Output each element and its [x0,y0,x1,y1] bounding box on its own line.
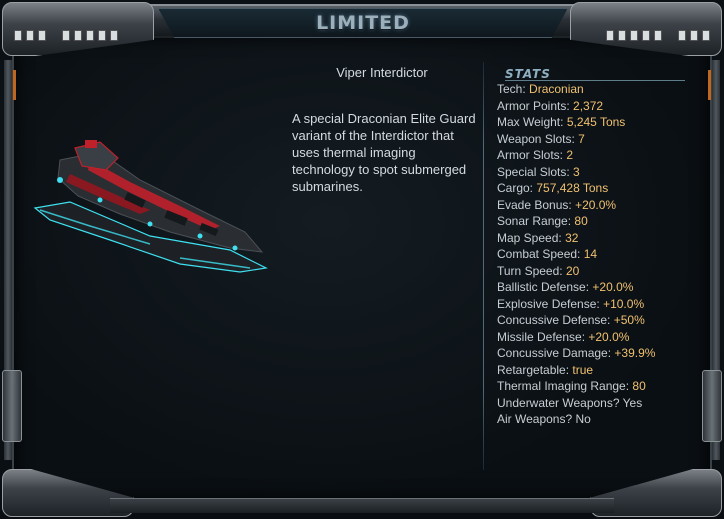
window-title: LIMITED [316,12,410,34]
stat-label: Concussive Damage: [497,346,612,360]
stat-value: 80 [574,214,588,228]
bolt-row [606,30,662,41]
stat-label: Missile Defense: [497,329,586,344]
stat-row: Cargo: 757,428 Tons [497,180,712,197]
stat-value: 80 [632,379,646,393]
stat-row: Explosive Defense: +10.0% [497,296,712,313]
stats-title: STATS [505,67,551,81]
stat-row: Armor Slots: 2 [497,147,712,164]
stat-value: +39.9% [614,346,656,360]
stat-value: +20.0% [592,280,634,294]
bottom-bar [110,498,614,513]
stat-label: Armor Points: [497,98,570,113]
column-divider [483,62,484,470]
stat-value: No [575,412,591,426]
stat-row: Tech: Draconian [497,81,712,98]
stat-row: Sonar Range: 80 [497,213,712,230]
stat-row: Evade Bonus: +20.0% [497,197,712,214]
stat-label: Weapon Slots: [497,131,575,146]
stat-label: Combat Speed: [497,247,581,261]
stat-label: Turn Speed: [497,263,563,278]
bolt-row [14,30,46,41]
stat-label: Thermal Imaging Range: [497,379,630,393]
stat-label: Sonar Range: [497,214,572,228]
left-clamp [2,370,22,442]
stat-value: 5,245 Tons [566,115,626,129]
stat-value: +10.0% [603,296,645,311]
stat-label: Tech: [497,82,526,96]
stats-list: Tech: Draconian Armor Points: 2,372 Max … [497,81,712,428]
stat-row: Retargetable: true [497,362,712,379]
stat-row: Concussive Defense: +50% [497,312,712,329]
stat-row: Ballistic Defense: +20.0% [497,279,712,296]
stat-value: 14 [583,247,598,261]
stat-label: Special Slots: [497,164,570,179]
stat-row: Combat Speed: 14 [497,246,712,263]
stat-value: Yes [622,395,643,410]
stat-label: Ballistic Defense: [497,280,590,294]
stat-label: Cargo: [497,181,534,195]
stat-value: +20.0% [588,329,630,344]
item-name: Viper Interdictor [336,65,428,80]
stat-label: Air Weapons? [497,412,573,426]
stat-row: Air Weapons? No [497,411,712,428]
stat-row: Weapon Slots: 7 [497,131,712,148]
stat-row: Map Speed: 32 [497,230,712,247]
stat-value: 757,428 Tons [536,181,609,195]
stat-row: Max Weight: 5,245 Tons [497,114,712,131]
stat-row: Underwater Weapons? Yes [497,395,712,412]
ship-icon [30,140,275,285]
stat-value: +50% [613,313,645,327]
bolt-row [678,30,710,41]
stat-row: Armor Points: 2,372 [497,98,712,115]
title-plate: LIMITED [158,8,568,38]
stat-value: 2,372 [573,98,604,113]
stat-row: Thermal Imaging Range: 80 [497,378,712,395]
frame-accent [13,70,16,100]
stat-value: 7 [578,131,585,146]
stat-value: 32 [565,230,579,245]
stat-label: Map Speed: [497,230,562,245]
stat-label: Explosive Defense: [497,296,600,311]
stat-row: Missile Defense: +20.0% [497,329,712,346]
stat-label: Max Weight: [497,115,564,129]
stat-label: Underwater Weapons? [497,395,620,410]
stat-value: Draconian [529,82,584,96]
stat-label: Armor Slots: [497,148,564,162]
stat-value: 2 [566,148,574,162]
stat-row: Concussive Damage: +39.9% [497,345,712,362]
stat-label: Concussive Defense: [497,313,611,327]
stat-label: Retargetable: [497,362,570,377]
stat-value: true [572,362,594,377]
stat-row: Turn Speed: 20 [497,263,712,280]
item-description: A special Draconian Elite Guard variant … [292,111,476,194]
stat-value: 20 [565,263,580,278]
stat-value: 3 [573,164,580,179]
stat-label: Evade Bonus: [497,197,572,212]
stat-value: +20.0% [575,197,617,212]
stats-header: STATS [505,65,685,81]
bolt-row [62,30,118,41]
stat-row: Special Slots: 3 [497,164,712,181]
